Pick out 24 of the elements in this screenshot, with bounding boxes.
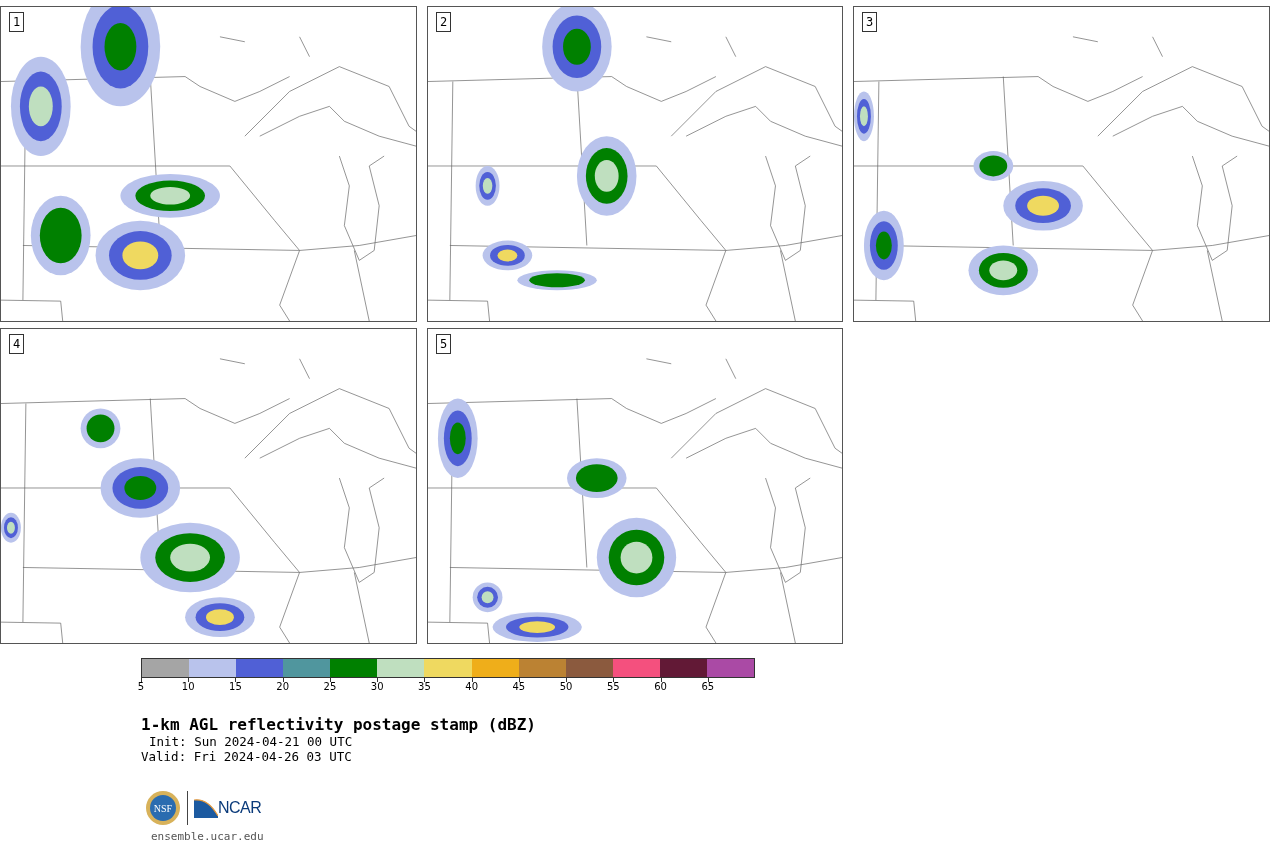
panel-number: 1 <box>9 12 25 32</box>
panel-number: 4 <box>9 334 25 354</box>
tick-label: 30 <box>370 681 384 692</box>
chart-title: 1-km AGL reflectivity postage stamp (dBZ) <box>141 716 537 734</box>
valid-time: Valid: Fri 2024-04-26 03 UTC <box>141 749 353 764</box>
tick-label: 65 <box>701 681 715 692</box>
tick-label: 55 <box>607 681 620 692</box>
tick-label: 60 <box>654 681 667 692</box>
init-time: Init: Sun 2024-04-21 00 UTC <box>148 734 354 749</box>
nsf-logo: NSF <box>145 790 181 826</box>
panel-number: 3 <box>862 12 878 32</box>
tick-label: 5 <box>137 681 145 692</box>
tick-label: 40 <box>465 681 478 692</box>
tick-label: 45 <box>512 681 526 692</box>
tick-label: 35 <box>418 681 431 692</box>
panel-number: 5 <box>436 334 452 354</box>
tick-label: 20 <box>276 681 290 692</box>
tick-label: 25 <box>323 681 337 692</box>
tick-label: 15 <box>229 681 242 692</box>
tick-label: 50 <box>559 681 573 692</box>
tick-label: 10 <box>181 681 195 692</box>
website-url: ensemble.ucar.edu <box>151 830 265 843</box>
ncar-logo: NCAR <box>194 798 262 818</box>
panel-number: 2 <box>436 12 452 32</box>
